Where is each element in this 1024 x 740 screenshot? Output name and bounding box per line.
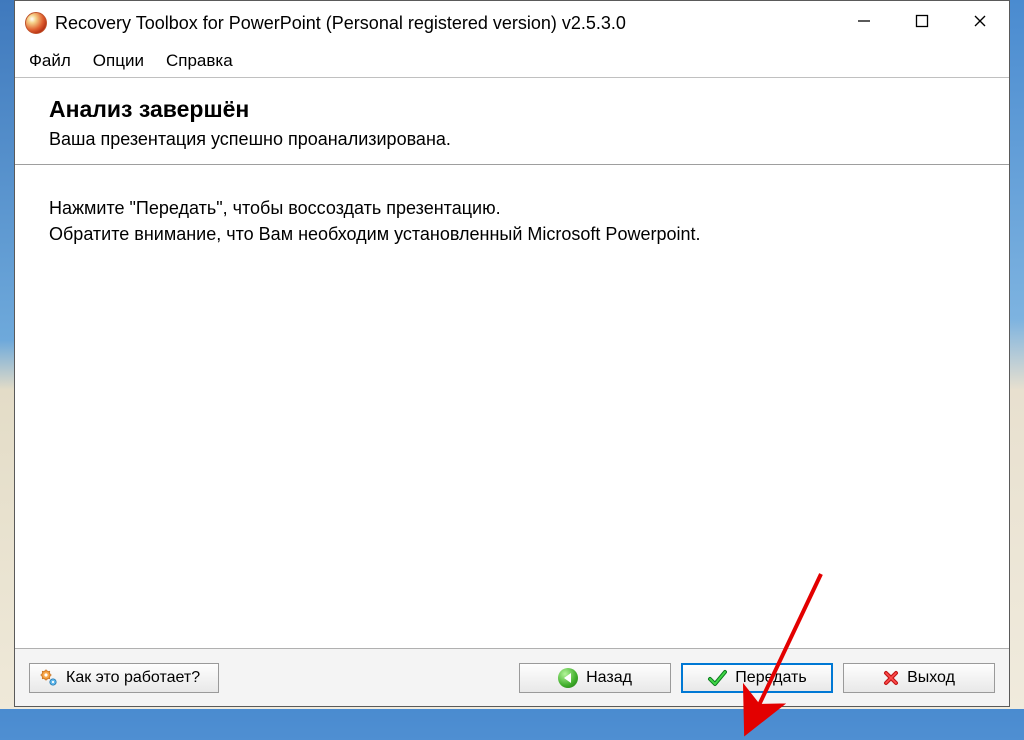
back-label: Назад	[586, 669, 632, 687]
transmit-button[interactable]: Передать	[681, 663, 833, 693]
body-line-2: Обратите внимание, что Вам необходим уст…	[49, 221, 975, 247]
arrow-left-icon	[558, 668, 578, 688]
check-icon	[707, 668, 727, 688]
window-controls	[835, 1, 1009, 45]
desktop-background-strip	[0, 0, 14, 709]
gear-icon	[40, 669, 58, 687]
body-text: Нажмите "Передать", чтобы воссоздать пре…	[15, 165, 1009, 648]
minimize-button[interactable]	[835, 1, 893, 41]
content: Анализ завершён Ваша презентация успешно…	[15, 77, 1009, 706]
close-button[interactable]	[951, 1, 1009, 41]
body-line-1: Нажмите "Передать", чтобы воссоздать пре…	[49, 195, 975, 221]
close-icon	[883, 670, 899, 686]
page-header: Анализ завершён Ваша презентация успешно…	[15, 78, 1009, 164]
maximize-button[interactable]	[893, 1, 951, 41]
page-title: Анализ завершён	[49, 96, 975, 123]
app-window: Recovery Toolbox for PowerPoint (Persona…	[14, 0, 1010, 707]
how-it-works-button[interactable]: Как это работает?	[29, 663, 219, 693]
window-title: Recovery Toolbox for PowerPoint (Persona…	[55, 13, 626, 34]
menu-help[interactable]: Справка	[166, 47, 247, 75]
back-button[interactable]: Назад	[519, 663, 671, 693]
how-it-works-label: Как это работает?	[66, 669, 200, 687]
menubar: Файл Опции Справка	[15, 45, 1009, 77]
page-subtitle: Ваша презентация успешно проанализирован…	[49, 129, 975, 150]
titlebar: Recovery Toolbox for PowerPoint (Persona…	[15, 1, 1009, 45]
exit-button[interactable]: Выход	[843, 663, 995, 693]
menu-file[interactable]: Файл	[23, 47, 85, 75]
app-icon	[25, 12, 47, 34]
menu-options[interactable]: Опции	[93, 47, 158, 75]
exit-label: Выход	[907, 669, 955, 687]
transmit-label: Передать	[735, 669, 806, 687]
footer-bar: Как это работает? Назад Передать	[15, 648, 1009, 706]
